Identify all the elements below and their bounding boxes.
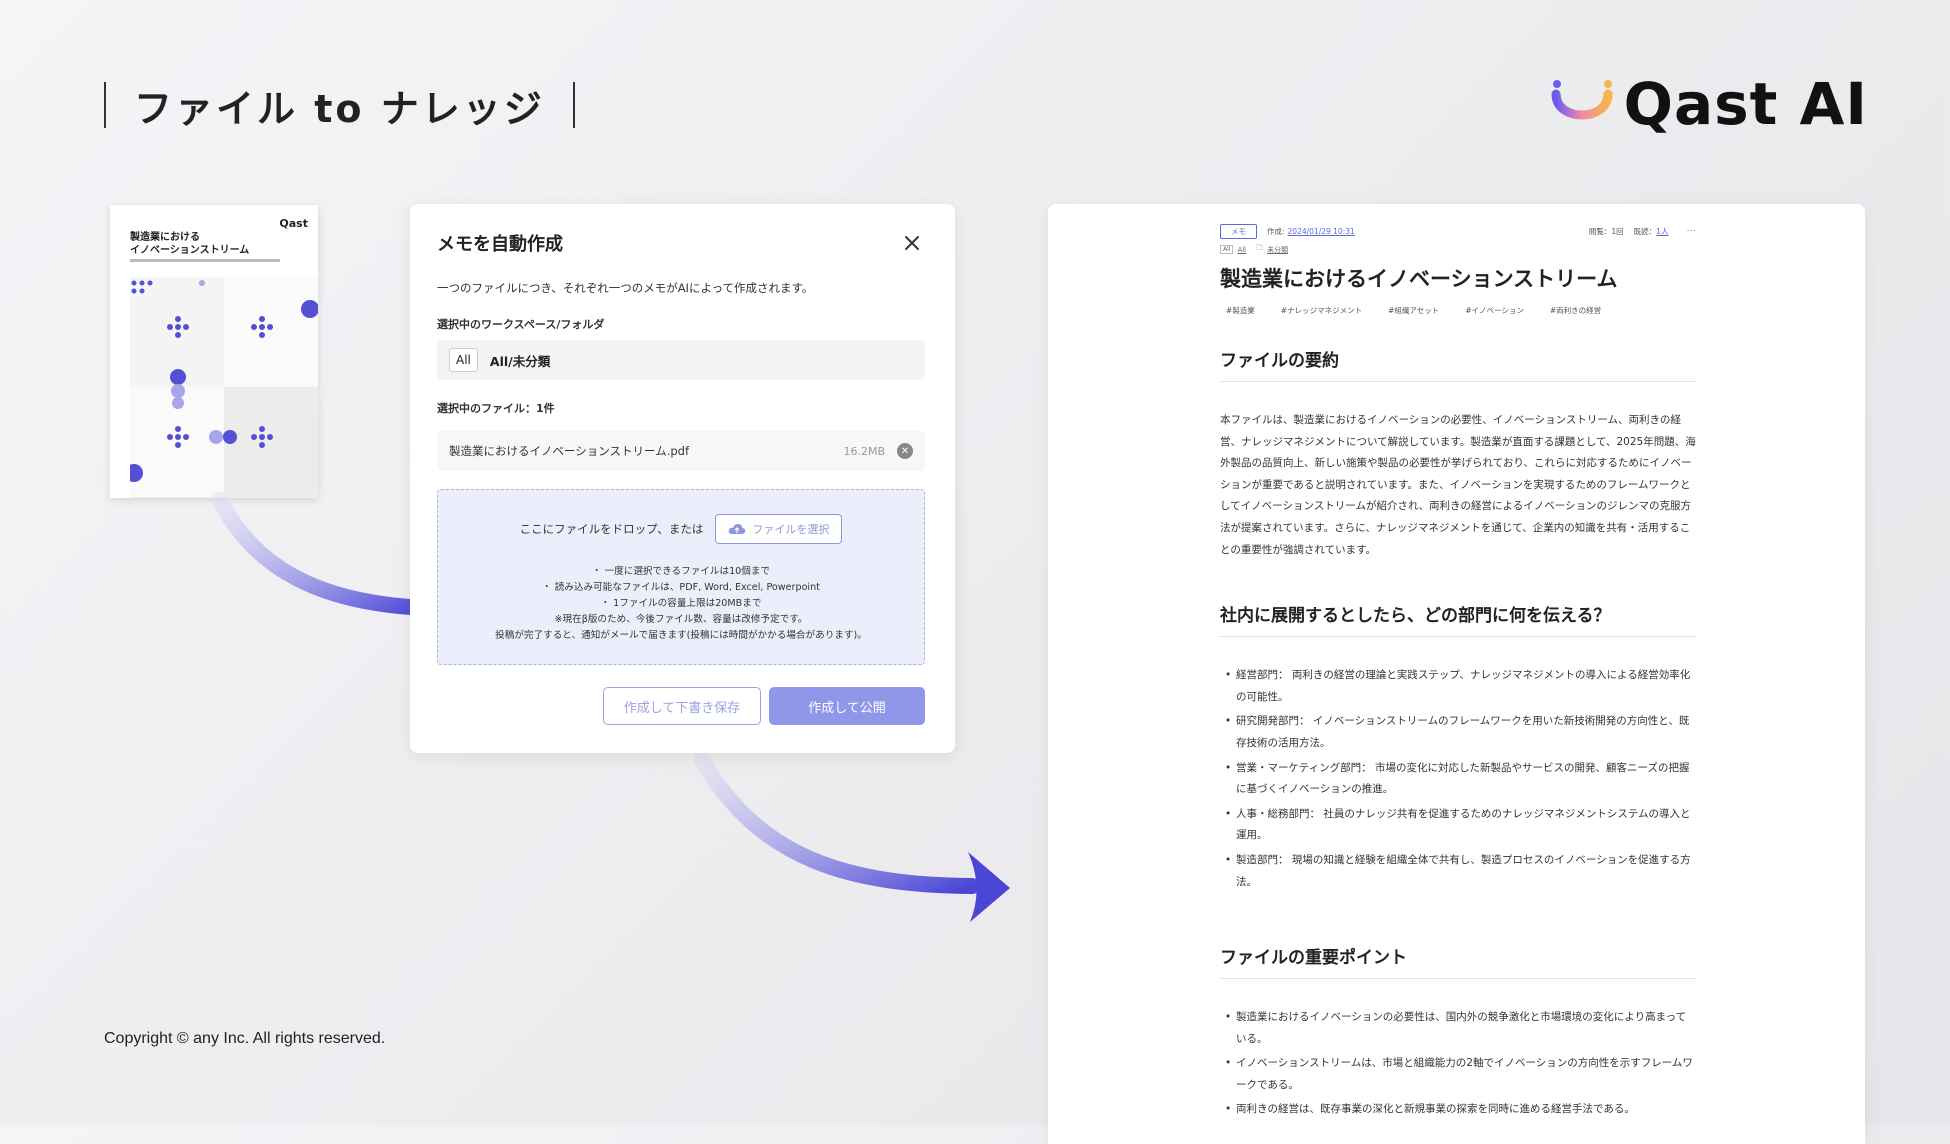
thumbnail-logo: Qast — [279, 217, 308, 230]
dialog-description: 一つのファイルにつき、それぞれ一つのメモがAIによって作成されます。 — [437, 281, 814, 295]
upload-note: ・ 読み込み可能なファイルは、PDF, Word, Excel, Powerpo… — [542, 582, 820, 593]
drop-row: ここにファイルをドロップ、または ファイルを選択 — [438, 514, 924, 544]
list-item: 営業・マーケティング部門： 市場の変化に対応した新製品やサービスの開発、顧客ニー… — [1220, 758, 1696, 801]
summary-text: 本ファイルは、製造業におけるイノベーションの必要性、イノベーションストリーム、両… — [1220, 414, 1696, 556]
folder-icon: 🗀 — [1256, 244, 1264, 252]
tag[interactable]: #製造業 — [1220, 303, 1261, 318]
list-item: 経営部門： 両利きの経営の理論と実践ステップ、ナレッジマネジメントの導入による経… — [1220, 665, 1696, 708]
thumbnail-dots-graphic — [130, 280, 318, 482]
cloud-upload-icon — [729, 524, 746, 534]
close-icon[interactable] — [903, 234, 921, 252]
document-thumbnail: Qast 製造業における イノベーションストリーム — [110, 205, 318, 498]
select-file-label: ファイルを選択 — [752, 523, 830, 536]
page-title: ファイル to ナレッジ — [134, 86, 545, 131]
list-item: 人事・総務部門： 社員のナレッジ共有を促進するためのナレッジマネジメントシステム… — [1220, 804, 1696, 847]
tag[interactable]: #組織アセット — [1382, 303, 1445, 318]
crumb-folder[interactable]: 未分類 — [1267, 245, 1288, 255]
arrow-dialog-to-memo-icon — [694, 752, 1010, 922]
title-divider-left — [104, 82, 106, 128]
file-name: 製造業におけるイノベーションストリーム.pdf — [449, 444, 689, 458]
thumbnail-pattern — [130, 277, 318, 498]
tag-list: #製造業 #ナレッジマネジメント #組織アセット #イノベーション #両利きの経… — [1220, 303, 1696, 318]
copyright: Copyright © any Inc. All rights reserved… — [104, 1030, 386, 1047]
crumb-workspace[interactable]: All — [1237, 246, 1246, 254]
publish-button[interactable]: 作成して公開 — [769, 687, 925, 725]
list-item: 両利きの経営は、既存事業の深化と新規事業の探索を同時に進める経営手法である。 — [1220, 1099, 1696, 1121]
selected-files-label: 選択中のファイル：1件 — [437, 402, 555, 415]
workspace-badge: All — [449, 348, 478, 372]
generated-memo-card: メモ 作成: 2024/01/29 10:31 閲覧：1回 既読：1人 ··· … — [1048, 204, 1865, 1144]
brand-name: Qast AI — [1623, 70, 1868, 138]
breadcrumb: All All 🗀 未分類 — [1220, 244, 1696, 255]
memo-meta: メモ 作成: 2024/01/29 10:31 閲覧：1回 既読：1人 ··· — [1220, 223, 1696, 239]
memo-content: メモ 作成: 2024/01/29 10:31 閲覧：1回 既読：1人 ··· … — [1220, 223, 1696, 1124]
workspace-label: 選択中のワークスペース/フォルダ — [437, 318, 605, 331]
tag[interactable]: #両利きの経営 — [1544, 303, 1607, 318]
created-label: 作成: — [1267, 226, 1285, 236]
dialog-title: メモを自動作成 — [437, 234, 563, 255]
thumbnail-title: 製造業における イノベーションストリーム — [130, 232, 250, 256]
auto-create-memo-dialog: メモを自動作成 一つのファイルにつき、それぞれ一つのメモがAIによって作成されま… — [410, 204, 955, 753]
workspace-selector[interactable]: All All/未分類 — [437, 340, 925, 380]
summary-heading: ファイルの要約 — [1220, 346, 1696, 382]
drop-text: ここにファイルをドロップ、または — [519, 522, 704, 536]
departments-list: 経営部門： 両利きの経営の理論と実践ステップ、ナレッジマネジメントの導入による経… — [1220, 665, 1696, 893]
crumb-workspace-badge: All — [1220, 245, 1234, 254]
selected-file-row: 製造業におけるイノベーションストリーム.pdf 16.2MB ✕ — [437, 431, 925, 471]
upload-note: ・ 1ファイルの容量上限は20MBまで — [600, 598, 762, 609]
memo-stats: 閲覧：1回 既読：1人 ··· — [1589, 226, 1696, 237]
memo-type-badge: メモ — [1220, 223, 1257, 239]
select-file-button[interactable]: ファイルを選択 — [715, 514, 843, 544]
title-divider-right — [572, 82, 575, 128]
view-count: 閲覧：1回 — [1588, 226, 1624, 236]
tag[interactable]: #イノベーション — [1459, 303, 1530, 318]
read-users-link[interactable]: 1人 — [1656, 227, 1668, 236]
list-item: 製造業におけるイノベーションの必要性は、国内外の競争激化と市場環境の変化により高… — [1220, 1007, 1696, 1050]
file-size: 16.2MB — [843, 444, 885, 458]
qast-logo-icon — [1551, 80, 1613, 120]
remove-file-icon[interactable]: ✕ — [897, 443, 913, 459]
list-item: イノベーションストリームは、市場と組織能力の2軸でイノベーションの方向性を示すフ… — [1220, 1053, 1696, 1096]
brand-logo: Qast AI — [1550, 70, 1868, 138]
save-draft-button[interactable]: 作成して下書き保存 — [603, 687, 761, 725]
more-options-icon[interactable]: ··· — [1686, 226, 1696, 237]
memo-title: 製造業におけるイノベーションストリーム — [1220, 267, 1618, 291]
created-date: 2024/01/29 10:31 — [1287, 226, 1355, 236]
list-item: 製造部門： 現場の知識と経験を組織全体で共有し、製造プロセスのイノベーションを促… — [1220, 850, 1696, 893]
upload-note: ・ 一度に選択できるファイルは10個まで — [591, 566, 771, 577]
page-title-group: ファイル to ナレッジ — [104, 82, 575, 131]
file-dropzone[interactable]: ここにファイルをドロップ、または ファイルを選択 ・ 一度に選択できるファイルは… — [437, 489, 925, 665]
tag[interactable]: #ナレッジマネジメント — [1275, 303, 1368, 318]
upload-note: 投稿が完了すると、通知がメールで届きます(投稿には時間がかかる場合があります)。 — [495, 630, 867, 641]
upload-note: ※現在β版のため、今後ファイル数、容量は改修予定です。 — [554, 614, 808, 625]
list-item: 研究開発部門： イノベーションストリームのフレームワークを用いた新技術開発の方向… — [1220, 711, 1696, 754]
key-points-heading: ファイルの重要ポイント — [1220, 943, 1696, 980]
thumbnail-subtitle-line — [130, 259, 280, 262]
upload-notes: ・ 一度に選択できるファイルは10個まで ・ 読み込み可能なファイルは、PDF,… — [438, 564, 924, 644]
key-points-list: 製造業におけるイノベーションの必要性は、国内外の競争激化と市場環境の変化により高… — [1220, 1007, 1696, 1121]
workspace-name: All/未分類 — [489, 353, 551, 369]
read-count: 既読：1人 — [1633, 226, 1669, 236]
departments-heading: 社内に展開するとしたら、どの部門に何を伝える？ — [1220, 601, 1696, 638]
